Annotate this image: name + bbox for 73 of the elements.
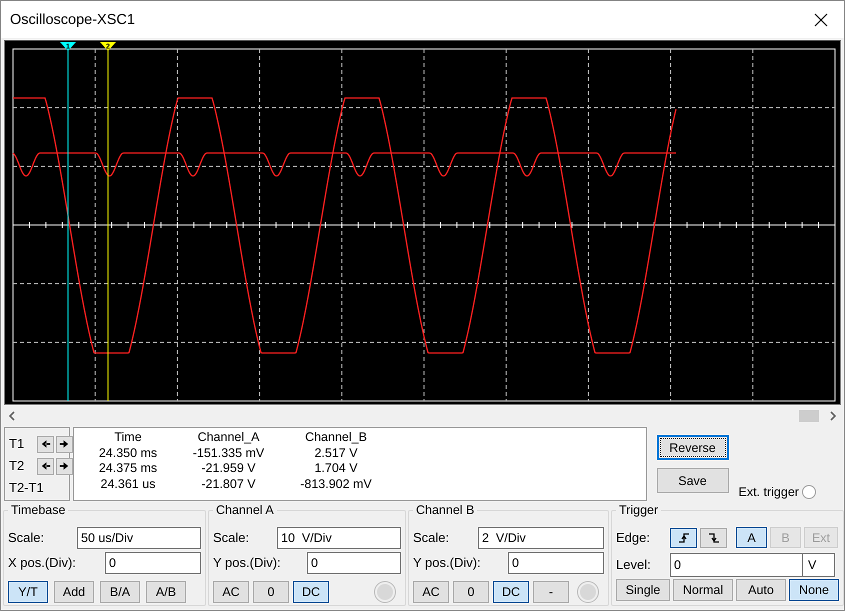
field-label: X pos.(Div): [8, 555, 77, 570]
mode-button[interactable]: None [789, 579, 839, 601]
group-title: Trigger [616, 503, 662, 517]
ext-trigger-terminal[interactable] [802, 485, 816, 499]
field-label: Y pos.(Div): [413, 555, 482, 570]
mode-button[interactable]: DC [293, 581, 329, 603]
input-field[interactable]: 50 us/Div [77, 526, 201, 548]
field-label: Edge: [616, 530, 651, 545]
cursor-handle[interactable] [60, 42, 76, 51]
right-arrow-button[interactable] [56, 436, 73, 452]
column-header: Time [113, 430, 143, 446]
left-arrow-button[interactable] [37, 458, 54, 474]
readout-value: 2.517 V [313, 446, 359, 461]
field-label: Scale: [213, 530, 250, 545]
mode-button[interactable]: AC [413, 581, 449, 603]
unit-label: V [803, 552, 835, 576]
terminal-icon [375, 582, 395, 602]
readout-value: -21.959 V [200, 461, 257, 476]
readout-value: -151.335 mV [192, 446, 266, 461]
input-field[interactable]: 0 [508, 552, 604, 574]
edge-button[interactable] [670, 528, 697, 548]
right-arrow-icon [58, 460, 71, 472]
cursor-label: T2-T1 [9, 479, 45, 497]
mode-button[interactable]: B/A [100, 581, 140, 603]
scroll-right-icon[interactable] [829, 410, 837, 420]
mode-button[interactable]: AC [213, 581, 249, 603]
readout-value: -21.807 V [200, 476, 257, 492]
readout-value: 24.361 us [100, 476, 156, 492]
mode-button[interactable]: Auto [736, 579, 786, 601]
field-label: Level: [616, 557, 652, 572]
input-field[interactable]: 0 [307, 552, 401, 574]
input-field[interactable]: 2 V/Div [478, 526, 604, 548]
ext-trigger-label: Ext. trigger [738, 485, 799, 499]
edge-button[interactable] [700, 528, 727, 548]
left-arrow-button[interactable] [37, 436, 54, 452]
input-field[interactable]: 0 [670, 552, 803, 576]
right-arrow-button[interactable] [56, 458, 73, 474]
mode-button[interactable]: Normal [673, 579, 733, 601]
scrollbar-thumb[interactable] [799, 410, 819, 422]
left-arrow-icon [39, 438, 52, 450]
field-label: Y pos.(Div): [213, 555, 282, 570]
cursor-label: T1 [9, 435, 26, 453]
mode-button[interactable]: - [533, 581, 569, 603]
mode-button[interactable]: A/B [146, 581, 186, 603]
mode-button[interactable]: 0 [453, 581, 489, 603]
field-label: Scale: [413, 530, 450, 545]
field-label: Scale: [8, 530, 46, 545]
group-title: Timebase [8, 503, 68, 517]
column-header: Channel_B [304, 430, 368, 446]
terminal-icon [578, 582, 598, 602]
group-title: Channel A [213, 503, 277, 517]
column-header: Channel_A [196, 430, 260, 446]
readout-value: -813.902 mV [299, 476, 373, 492]
scroll-left-icon[interactable] [8, 410, 16, 420]
mode-button[interactable]: Single [616, 579, 670, 601]
cursor-handle[interactable] [100, 42, 116, 51]
right-arrow-icon [58, 438, 71, 450]
readout-value: 1.704 V [313, 461, 359, 476]
left-arrow-icon [39, 460, 52, 472]
readout-value: 24.350 ms [98, 446, 158, 461]
input-field[interactable]: 10 V/Div [277, 526, 401, 548]
cursor-label: T2 [9, 457, 26, 475]
mode-button[interactable]: Add [54, 581, 94, 603]
source-button[interactable]: A [736, 527, 767, 548]
mode-button[interactable]: Y/T [8, 581, 48, 603]
action-button[interactable]: Reverse [656, 435, 728, 460]
input-field[interactable]: 0 [105, 552, 201, 574]
mode-button[interactable]: 0 [253, 581, 289, 603]
mode-button[interactable]: DC [493, 581, 529, 603]
group-title: Channel B [413, 503, 478, 517]
readout-value: 24.375 ms [98, 461, 158, 476]
action-button[interactable]: Save [656, 468, 728, 493]
window-title: Oscilloscope-XSC1 [10, 12, 135, 28]
